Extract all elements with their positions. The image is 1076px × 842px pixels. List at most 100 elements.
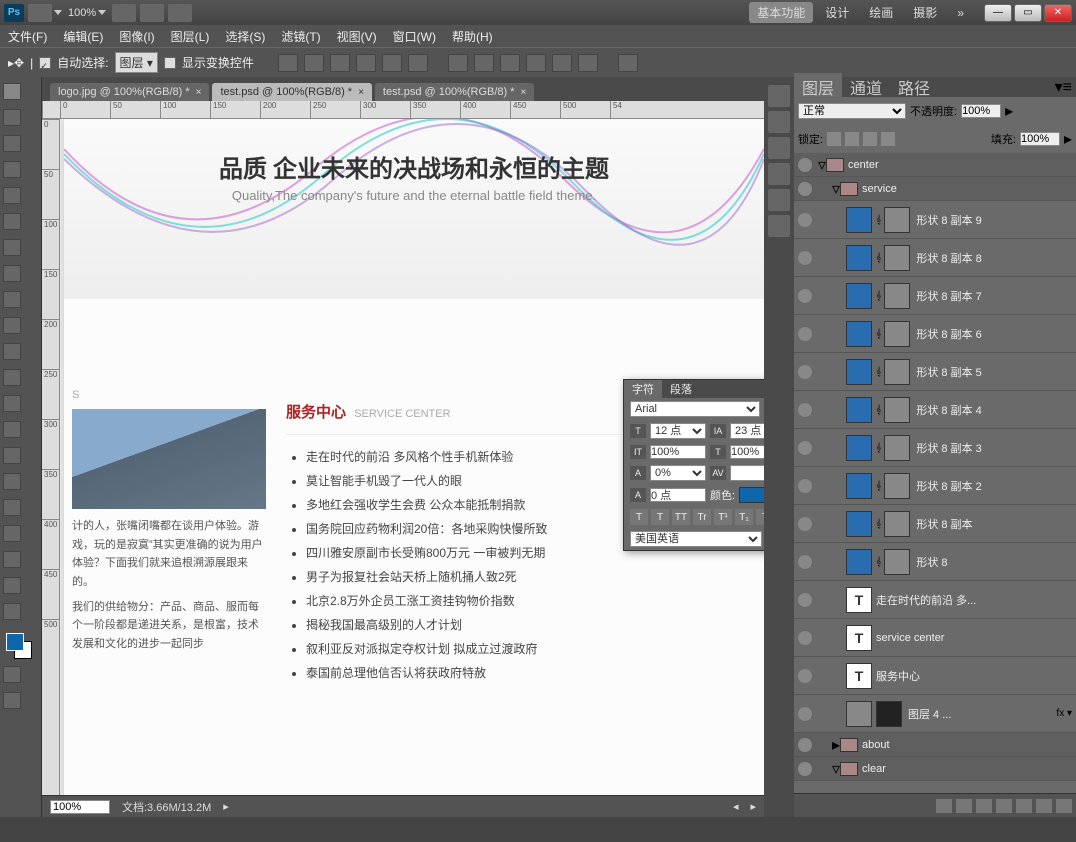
distribute-icon[interactable] (578, 54, 598, 72)
type-tool[interactable] (3, 473, 21, 490)
menu-help[interactable]: 帮助(H) (452, 28, 493, 45)
subscript-button[interactable]: T₁ (735, 509, 753, 525)
doc-tab[interactable]: logo.jpg @ 100%(RGB/8) *× (50, 83, 209, 101)
visibility-icon[interactable] (798, 593, 812, 607)
3d-tool[interactable] (3, 551, 21, 568)
history-brush-tool[interactable] (3, 317, 21, 334)
menu-view[interactable]: 视图(V) (337, 28, 377, 45)
layer-row[interactable]: 𝄞形状 8 副本 5 (794, 353, 1076, 391)
visibility-icon[interactable] (798, 251, 812, 265)
maximize-button[interactable]: ▭ (1014, 4, 1042, 22)
gradient-tool[interactable] (3, 369, 21, 386)
screenmode-tool[interactable] (3, 692, 21, 709)
workspace-design[interactable]: 设计 (817, 2, 857, 23)
underline-button[interactable]: T (756, 509, 764, 525)
menu-filter[interactable]: 滤镜(T) (281, 28, 320, 45)
color-swatch[interactable] (6, 633, 36, 658)
workspace-paint[interactable]: 绘画 (861, 2, 901, 23)
link-layers-icon[interactable] (936, 799, 952, 813)
ruler-horizontal[interactable]: 05010015020025030035040045050054 (42, 101, 764, 119)
layer-name[interactable]: 形状 8 副本 3 (916, 440, 1072, 456)
bold-button[interactable]: T (630, 509, 648, 525)
swatches-panel-icon[interactable] (768, 137, 790, 159)
visibility-icon[interactable] (798, 517, 812, 531)
actions-panel-icon[interactable] (768, 111, 790, 133)
menu-image[interactable]: 图像(I) (119, 28, 154, 45)
menu-layer[interactable]: 图层(L) (171, 28, 210, 45)
layer-row[interactable]: 𝄞形状 8 (794, 543, 1076, 581)
distribute-icon[interactable] (500, 54, 520, 72)
visibility-icon[interactable] (798, 182, 812, 196)
vscale-input[interactable] (650, 445, 706, 459)
smallcaps-button[interactable]: Tr (693, 509, 711, 525)
allcaps-button[interactable]: TT (672, 509, 690, 525)
autoalign-icon[interactable] (618, 54, 638, 72)
layer-name[interactable]: 图层 4 ... (908, 706, 1052, 722)
character-panel-icon[interactable] (768, 189, 790, 211)
layer-name[interactable]: 走在时代的前沿 多... (876, 592, 1072, 608)
align-icon[interactable] (356, 54, 376, 72)
doc-tab[interactable]: test.psd @ 100%(RGB/8) *× (212, 83, 371, 101)
close-tab-icon[interactable]: × (358, 87, 364, 98)
layer-group[interactable]: ▸about (794, 733, 1076, 757)
lasso-tool[interactable] (3, 135, 21, 152)
menu-select[interactable]: 选择(S) (225, 28, 265, 45)
visibility-icon[interactable] (798, 555, 812, 569)
align-icon[interactable] (408, 54, 428, 72)
layer-row[interactable]: 图层 4 ...fx ▾ (794, 695, 1076, 733)
history-panel-icon[interactable] (768, 85, 790, 107)
lock-position-icon[interactable] (863, 132, 877, 146)
opacity-input[interactable] (961, 104, 1001, 118)
layer-row[interactable]: T服务中心 (794, 657, 1076, 695)
layer-row[interactable]: 𝄞形状 8 副本 (794, 505, 1076, 543)
minimize-button[interactable]: — (984, 4, 1012, 22)
workspace-photo[interactable]: 摄影 (905, 2, 945, 23)
delete-layer-icon[interactable] (1056, 799, 1072, 813)
superscript-button[interactable]: T¹ (714, 509, 732, 525)
visibility-icon[interactable] (798, 738, 812, 752)
zoom-tool[interactable] (3, 603, 21, 620)
layer-row[interactable]: 𝄞形状 8 副本 6 (794, 315, 1076, 353)
distribute-icon[interactable] (448, 54, 468, 72)
crop-tool[interactable] (3, 187, 21, 204)
new-group-icon[interactable] (1016, 799, 1032, 813)
workspace-more[interactable]: » (949, 4, 972, 22)
font-family-select[interactable]: Arial (630, 401, 760, 417)
hscale-input[interactable] (730, 445, 764, 459)
blur-tool[interactable] (3, 395, 21, 412)
panel-menu-icon[interactable]: ▾≡ (1051, 77, 1076, 97)
italic-button[interactable]: T (651, 509, 669, 525)
tracking-select[interactable]: 0% (650, 465, 706, 481)
layer-row[interactable]: 𝄞形状 8 副本 8 (794, 239, 1076, 277)
autoselect-checkbox[interactable] (39, 57, 51, 69)
align-icon[interactable] (304, 54, 324, 72)
layer-name[interactable]: 形状 8 副本 2 (916, 478, 1072, 494)
distribute-icon[interactable] (552, 54, 572, 72)
visibility-icon[interactable] (798, 441, 812, 455)
layer-row[interactable]: 𝄞形状 8 副本 7 (794, 277, 1076, 315)
screen-mode-button[interactable] (168, 4, 192, 22)
layer-group[interactable]: ▿clear (794, 757, 1076, 781)
scroll-left-icon[interactable]: ◂ (733, 800, 739, 813)
autoselect-target[interactable]: 图层 ▾ (115, 52, 158, 73)
layer-row[interactable]: Tservice center (794, 619, 1076, 657)
layer-name[interactable]: 形状 8 副本 4 (916, 402, 1072, 418)
char-tab[interactable]: 字符 (624, 380, 662, 398)
layer-name[interactable]: 形状 8 副本 8 (916, 250, 1072, 266)
menu-file[interactable]: 文件(F) (8, 28, 47, 45)
menu-window[interactable]: 窗口(W) (393, 28, 436, 45)
hand-tool[interactable] (3, 577, 21, 594)
visibility-icon[interactable] (798, 631, 812, 645)
layer-list[interactable]: ▿center ▿service 𝄞形状 8 副本 9𝄞形状 8 副本 8𝄞形状… (794, 153, 1076, 793)
visibility-icon[interactable] (798, 479, 812, 493)
arrange-button[interactable] (140, 4, 164, 22)
align-icon[interactable] (382, 54, 402, 72)
quickmask-tool[interactable] (3, 666, 21, 683)
stamp-tool[interactable] (3, 291, 21, 308)
layer-row[interactable]: 𝄞形状 8 副本 4 (794, 391, 1076, 429)
styles-panel-icon[interactable] (768, 163, 790, 185)
paragraph-panel-icon[interactable] (768, 215, 790, 237)
distribute-icon[interactable] (474, 54, 494, 72)
character-panel[interactable]: 字符 段落 ▸▸ ▾≡ Arial Regular T 12 点 IA 23 点 (623, 379, 764, 551)
heal-tool[interactable] (3, 239, 21, 256)
